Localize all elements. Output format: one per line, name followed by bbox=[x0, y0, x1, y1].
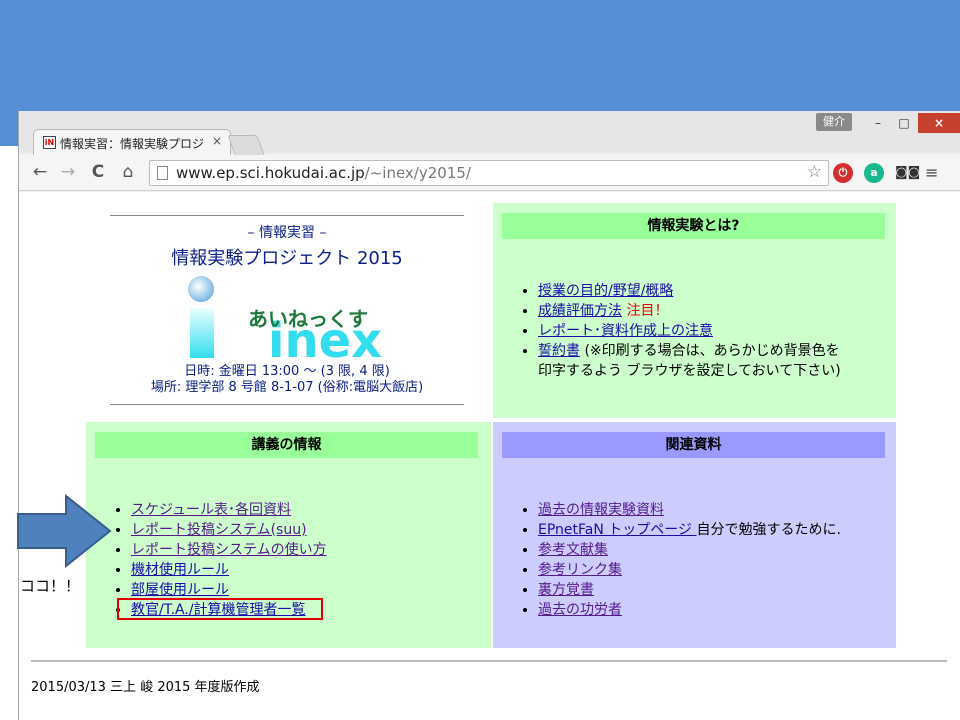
url-host: www.ep.sci.hokudai.ac.jp bbox=[176, 164, 365, 182]
link-room-rules[interactable]: 部屋使用ルール bbox=[131, 582, 229, 598]
highlight-box bbox=[117, 598, 323, 620]
page-viewport: – 情報実習 – 情報実験プロジェクト 2015 inex あいねっくす 日時:… bbox=[19, 192, 960, 720]
list-item: 機材使用ルール bbox=[131, 560, 327, 580]
class-datetime: 日時: 金曜日 13:00 〜 (3 限, 4 限) bbox=[184, 364, 390, 379]
extension-a-icon[interactable]: a bbox=[864, 163, 884, 183]
bookmark-star-icon[interactable]: ☆ bbox=[807, 162, 822, 182]
browser-toolbar: ← → C ⌂ www.ep.sci.hokudai.ac.jp/~inex/y… bbox=[19, 155, 960, 191]
inex-logo-image: inex あいねっくす bbox=[188, 276, 382, 360]
minimize-button[interactable]: – bbox=[865, 113, 891, 133]
list-item: レポート投稿システム(suu) bbox=[131, 520, 327, 540]
list-item: スケジュール表･各回資料 bbox=[131, 500, 327, 520]
back-arrow-icon[interactable]: ← bbox=[29, 162, 51, 182]
list-item: レポート･資料作成上の注意 bbox=[538, 321, 878, 341]
tab-active[interactable]: iN 情報実習：情報実験プロジ × bbox=[33, 129, 231, 155]
menu-icon[interactable]: ≡ bbox=[925, 163, 938, 182]
url-path: /~inex/y2015/ bbox=[364, 164, 471, 182]
list-item: 過去の功労者 bbox=[538, 600, 841, 620]
list-item: 過去の情報実験資料 bbox=[538, 500, 841, 520]
maximize-button[interactable]: □ bbox=[891, 113, 917, 133]
close-window-button[interactable]: × bbox=[918, 113, 960, 133]
related-list: 過去の情報実験資料 EPnetFaN トップページ 自分で勉強するために. 参考… bbox=[538, 500, 841, 620]
address-bar[interactable]: www.ep.sci.hokudai.ac.jp/~inex/y2015/ ☆ bbox=[149, 160, 829, 186]
page-icon bbox=[157, 166, 168, 180]
link-schedule[interactable]: スケジュール表･各回資料 bbox=[131, 502, 291, 518]
tab-title: 情報実習：情報実験プロジ bbox=[60, 137, 205, 151]
logo-cell: – 情報実習 – 情報実験プロジェクト 2015 inex あいねっくす 日時:… bbox=[86, 203, 491, 418]
link-grading[interactable]: 成績評価方法 bbox=[538, 303, 622, 319]
link-equipment-rules[interactable]: 機材使用ルール bbox=[131, 562, 229, 578]
user-profile-badge[interactable]: 健介 bbox=[816, 113, 852, 131]
link-report-system[interactable]: レポート投稿システム(suu) bbox=[131, 522, 307, 538]
title-bar: iN 情報実習：情報実験プロジ × 健介 – □ × bbox=[19, 111, 960, 155]
browser-window: iN 情報実習：情報実験プロジ × 健介 – □ × ← → C ⌂ www.e… bbox=[18, 111, 960, 720]
about-cell: 情報実験とは? 授業の目的/野望/概略 成績評価方法 注目！ レポート･資料作成… bbox=[493, 203, 896, 418]
logo-subtitle: – 情報実習 – bbox=[247, 225, 327, 241]
annotation-label: ココ！！ bbox=[20, 577, 81, 595]
related-header: 関連資料 bbox=[502, 432, 885, 458]
link-pledge[interactable]: 誓約書 bbox=[538, 343, 580, 359]
link-past-contributors[interactable]: 過去の功労者 bbox=[538, 602, 622, 618]
extension-glasses-icon[interactable]: ◙◙ bbox=[895, 163, 920, 183]
pointer-arrow-icon bbox=[17, 494, 112, 568]
list-item: EPnetFaN トップページ 自分で勉強するために. bbox=[538, 520, 841, 540]
logo-kana: あいねっくす bbox=[248, 307, 368, 331]
new-tab-button[interactable] bbox=[227, 135, 265, 155]
pledge-note: (※印刷する場合は、あらかじめ背景色を bbox=[584, 343, 840, 359]
logo-stem bbox=[190, 308, 214, 358]
list-item: レポート投稿システムの使い方 bbox=[131, 540, 327, 560]
home-icon[interactable]: ⌂ bbox=[117, 162, 139, 182]
favicon-icon: iN bbox=[43, 136, 56, 149]
list-item: 授業の目的/野望/概略 bbox=[538, 281, 878, 301]
list-item: 誓約書 (※印刷する場合は、あらかじめ背景色を印字するよう ブラウザを設定してお… bbox=[538, 341, 878, 381]
logo-info: 日時: 金曜日 13:00 〜 (3 限, 4 限) 場所: 理学部 8 号館 … bbox=[110, 364, 464, 396]
epnetfan-note: 自分で勉強するために. bbox=[696, 522, 841, 538]
list-item: 参考文献集 bbox=[538, 540, 841, 560]
notice-label: 注目！ bbox=[626, 303, 669, 319]
link-goals[interactable]: 授業の目的/野望/概略 bbox=[538, 283, 673, 299]
footer-divider bbox=[31, 660, 947, 662]
link-past-materials[interactable]: 過去の情報実験資料 bbox=[538, 502, 664, 518]
link-ref-links[interactable]: 参考リンク集 bbox=[538, 562, 622, 578]
related-cell: 関連資料 過去の情報実験資料 EPnetFaN トップページ 自分で勉強するため… bbox=[493, 422, 896, 648]
logo-ball bbox=[188, 276, 214, 302]
about-list: 授業の目的/野望/概略 成績評価方法 注目！ レポート･資料作成上の注意 誓約書… bbox=[538, 281, 878, 381]
link-backstage-notes[interactable]: 裏方覚書 bbox=[538, 582, 594, 598]
logo-title: 情報実験プロジェクト 2015 bbox=[171, 248, 403, 269]
logo-box: – 情報実習 – 情報実験プロジェクト 2015 inex あいねっくす 日時:… bbox=[110, 215, 464, 405]
link-epnetfan[interactable]: EPnetFaN トップページ bbox=[538, 522, 696, 538]
reload-icon[interactable]: C bbox=[87, 162, 109, 182]
pledge-note-cont: 印字するよう ブラウザを設定しておいて下さい) bbox=[538, 363, 841, 379]
footer-credit: 2015/03/13 三上 峻 2015 年度版作成 bbox=[31, 680, 260, 695]
link-report-notes[interactable]: レポート･資料作成上の注意 bbox=[538, 323, 713, 339]
lecture-header: 講義の情報 bbox=[95, 432, 478, 458]
tab-close-icon[interactable]: × bbox=[212, 134, 222, 148]
forward-arrow-icon[interactable]: → bbox=[57, 162, 79, 182]
link-report-system-howto[interactable]: レポート投稿システムの使い方 bbox=[131, 542, 327, 558]
class-place: 場所: 理学部 8 号館 8-1-07 (俗称:電脳大飯店) bbox=[150, 380, 424, 395]
list-item: 参考リンク集 bbox=[538, 560, 841, 580]
list-item: 裏方覚書 bbox=[538, 580, 841, 600]
about-header: 情報実験とは? bbox=[502, 213, 885, 239]
list-item: 部屋使用ルール bbox=[131, 580, 327, 600]
extension-power-icon[interactable]: ⏻ bbox=[833, 163, 853, 183]
list-item: 成績評価方法 注目！ bbox=[538, 301, 878, 321]
link-references[interactable]: 参考文献集 bbox=[538, 542, 608, 558]
